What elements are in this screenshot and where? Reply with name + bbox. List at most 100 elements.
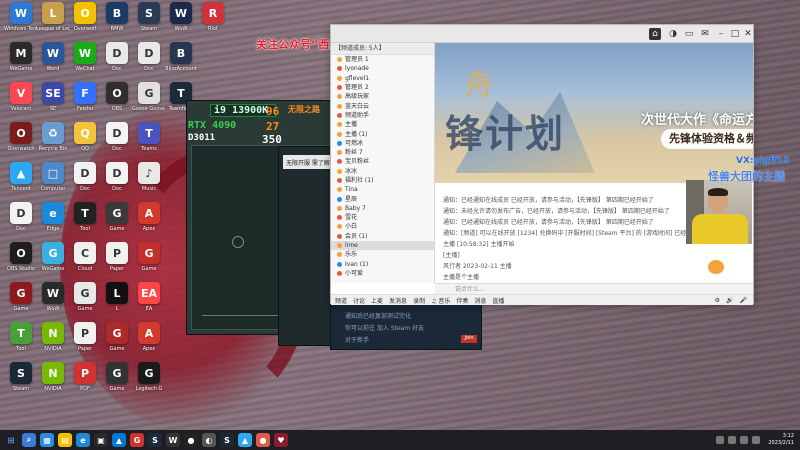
desktop-icon[interactable]: G Game [6, 282, 36, 322]
member-row[interactable]: Baby 7 [331, 204, 434, 213]
taskbar-app-icon[interactable]: ▣ [94, 433, 108, 447]
start-icon[interactable]: ⊞ [4, 433, 18, 447]
member-row[interactable]: 主播 [331, 120, 434, 129]
steam-join-button[interactable]: Join [461, 335, 477, 343]
taskbar-app-icon[interactable]: ● [184, 433, 198, 447]
steam-notification[interactable]: 通知后已经复部测试完化 你可以前往 加入 Steam 好友 对于新手 Join [330, 300, 482, 350]
toolbar-item[interactable]: 录制 [413, 296, 425, 305]
desktop-icon[interactable]: EA EA [134, 282, 164, 322]
member-row[interactable]: 雪花 [331, 213, 434, 222]
gamepad-icon[interactable]: ▭ [683, 28, 695, 40]
desktop-icon[interactable]: A Apex [134, 322, 164, 362]
taskbar-app-icon[interactable]: ● [256, 433, 270, 447]
member-row[interactable]: 会员 (1) [331, 232, 434, 241]
desktop-icon[interactable]: D Doc [102, 162, 132, 202]
member-row[interactable]: 星辰 [331, 194, 434, 203]
desktop-icon[interactable]: T Tool [70, 202, 100, 242]
member-row[interactable]: Ivan (1) [331, 260, 434, 269]
desktop-icon[interactable]: L League of Legends [36, 2, 70, 42]
toolbar-item[interactable]: 发消息 [389, 296, 407, 305]
mic-icon[interactable]: 🎤 [740, 297, 747, 304]
member-row[interactable]: lime [331, 240, 434, 251]
minimize-icon[interactable]: – [715, 28, 727, 40]
desktop-icon[interactable]: ▲ Tencent [6, 162, 36, 202]
tray-icon[interactable] [740, 436, 749, 444]
window-titlebar[interactable]: ⌂ ◑ ▭ ✉ – □ ✕ [331, 25, 753, 43]
desktop-icon[interactable]: D Doc [70, 162, 100, 202]
desktop-icon[interactable]: O OBS Studio [6, 242, 36, 282]
desktop-icon[interactable]: B BMW [102, 2, 132, 42]
desktop-icon[interactable]: W WoW [38, 282, 68, 322]
desktop-icon[interactable]: O Overwolf [70, 2, 100, 42]
clock[interactable]: 3:12 2023/2/11 [768, 433, 794, 447]
desktop-icon[interactable]: ♻ Recycle Bin [38, 122, 68, 162]
desktop-icon[interactable]: D Doc [6, 202, 36, 242]
desktop-icon[interactable]: P Paper [102, 242, 132, 282]
settings-icon[interactable]: ⚙ [715, 297, 720, 304]
desktop-icon[interactable]: S Steam [6, 362, 36, 402]
desktop-icon[interactable]: □ Computer [38, 162, 68, 202]
desktop-icon[interactable]: G Game [102, 202, 132, 242]
desktop-icon[interactable]: R Riot [198, 2, 228, 42]
toolbar-item[interactable]: 讨论 [353, 296, 365, 305]
member-row[interactable]: 管理员 2 [331, 83, 434, 92]
desktop-icon[interactable]: W Word [38, 42, 68, 82]
toolbar-item[interactable]: ♫ 音乐 [431, 296, 450, 305]
desktop-icon[interactable]: W WoW [166, 2, 196, 42]
member-row[interactable]: 高级玩家 [331, 92, 434, 101]
search-icon[interactable]: ⌕ [22, 433, 36, 447]
desktop-icon[interactable]: O OBS [102, 82, 132, 122]
desktop-icon[interactable]: V Valorant [6, 82, 36, 122]
close-icon[interactable]: ✕ [742, 28, 754, 40]
member-list-panel[interactable]: 【频道成员: 5人】 管理员 1 lyonade gflevel1 管理员 2 高级玩家… [331, 43, 435, 283]
taskbar-app-icon[interactable]: ▤ [58, 433, 72, 447]
desktop-icon[interactable]: G Goose Goose Duck [132, 82, 166, 122]
desktop-icon[interactable]: P Paper [70, 322, 100, 362]
desktop-icon[interactable]: M WeGame [6, 42, 36, 82]
desktop-icon[interactable]: A Apex [134, 202, 164, 242]
taskbar-app-icon[interactable]: G [130, 433, 144, 447]
skin-icon[interactable]: ◑ [667, 28, 679, 40]
member-row[interactable]: 小白 [331, 222, 434, 231]
tray-icon[interactable] [752, 436, 761, 444]
member-row[interactable]: 福利社 (1) [331, 176, 434, 185]
member-row[interactable]: 主播 (1) [331, 129, 434, 138]
desktop-icon[interactable]: W Windows Terminal [4, 2, 38, 42]
desktop-icon[interactable]: N NVIDIA [38, 362, 68, 402]
toolbar-item[interactable]: 上麦 [371, 296, 383, 305]
member-row[interactable]: 粉丝 7 [331, 148, 434, 157]
event-banner[interactable]: 舟 锋计划 次世代大作《命运方舟》国服先锋启 先锋体验资格＆频道短位助力超前 [435, 43, 753, 183]
gift-badge-icon[interactable] [706, 258, 726, 276]
desktop-icon[interactable]: C Cloud [70, 242, 100, 282]
toolbar-item[interactable]: 消息 [474, 296, 486, 305]
desktop-icon[interactable]: Q QQ [70, 122, 100, 162]
member-row[interactable]: Tina [331, 185, 434, 194]
desktop-icon[interactable]: D Doc [134, 42, 164, 82]
desktop-icon[interactable]: P PDF [70, 362, 100, 402]
desktop-icon[interactable]: G Game [102, 322, 132, 362]
desktop-icon[interactable]: G Game [102, 362, 132, 402]
desktop-icon[interactable]: G WeGame [38, 242, 68, 282]
desktop-icon[interactable]: D Doc [102, 122, 132, 162]
home-icon[interactable]: ⌂ [649, 28, 661, 40]
maximize-icon[interactable]: □ [729, 28, 741, 40]
chat-input[interactable]: 说点什么… [435, 283, 753, 294]
member-row[interactable]: 冰冰 [331, 167, 434, 176]
member-row[interactable]: lyonade [331, 64, 434, 73]
desktop-icon[interactable]: W WeChat [70, 42, 100, 82]
desktop-icon[interactable]: ♪ Music [134, 162, 164, 202]
toolbar-item[interactable]: 直播 [492, 296, 504, 305]
desktop-icon[interactable]: B BlizzAccount [165, 42, 197, 82]
member-row[interactable]: 乐乐 [331, 250, 434, 259]
taskbar-app-icon[interactable]: ▲ [238, 433, 252, 447]
member-row[interactable]: 可燃冰 [331, 139, 434, 148]
tray-icon[interactable] [728, 436, 737, 444]
toolbar-item[interactable]: 频道 [335, 296, 347, 305]
tray-icon[interactable] [716, 436, 725, 444]
taskbar-app-icon[interactable]: W [166, 433, 180, 447]
taskbar-app-icon[interactable]: S [148, 433, 162, 447]
taskbar-app-icon[interactable]: S [220, 433, 234, 447]
taskbar-app-icon[interactable]: ▦ [40, 433, 54, 447]
member-row[interactable]: 频道助手 [331, 111, 434, 120]
taskbar-app-icon[interactable]: ♥ [274, 433, 288, 447]
